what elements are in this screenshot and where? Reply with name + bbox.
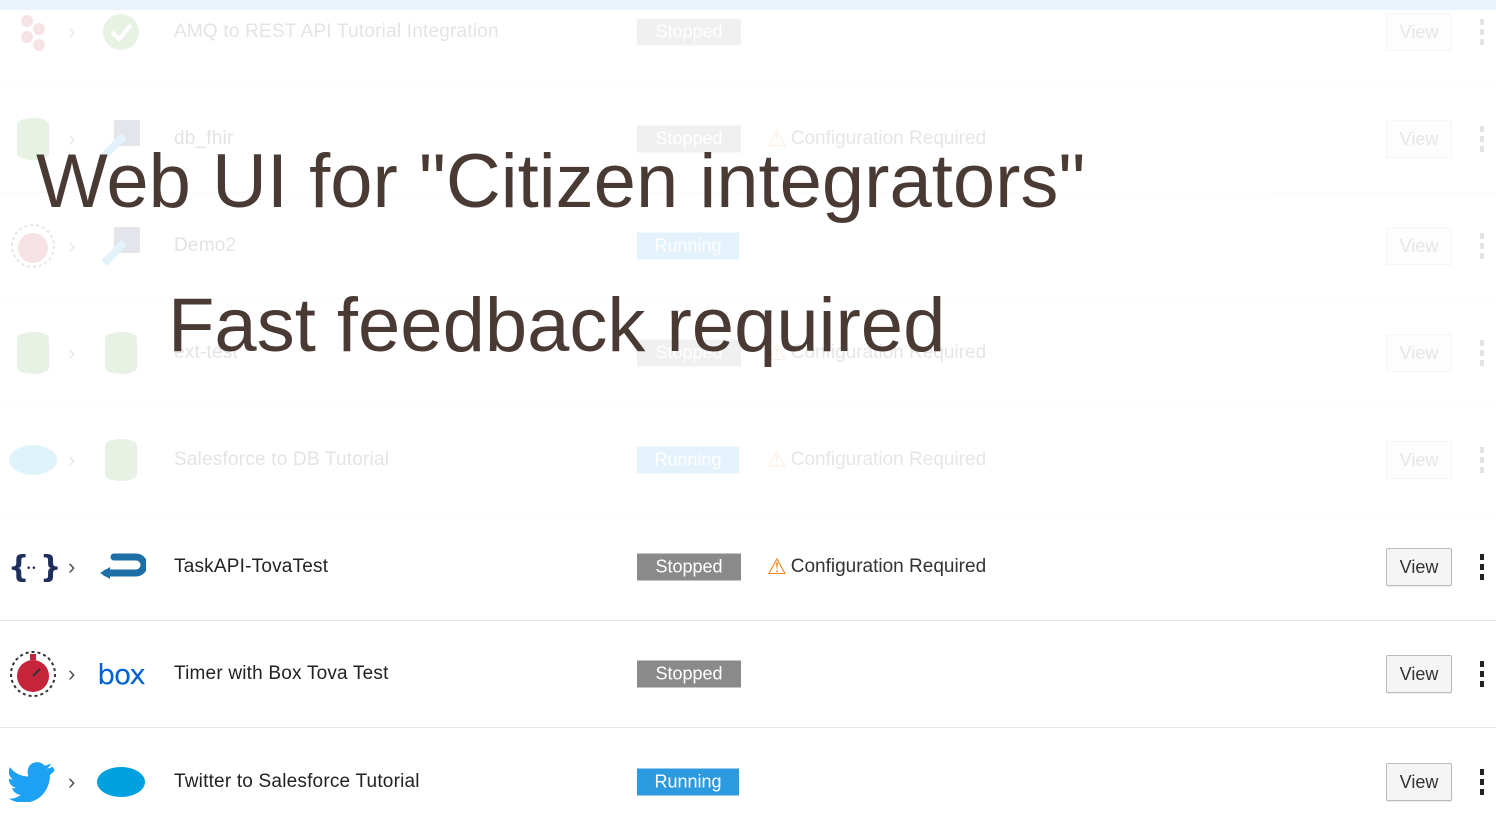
svg-text:}: }: [40, 550, 58, 584]
integration-name[interactable]: TaskAPI-TovaTest: [174, 556, 328, 578]
api-connector-icon: [96, 542, 146, 592]
integration-name[interactable]: AMQ to REST API Tutorial Integration: [174, 21, 499, 43]
twitter-icon: [8, 757, 58, 807]
kebab-menu-icon[interactable]: [1474, 447, 1490, 473]
warning-icon: ⚠: [767, 447, 787, 472]
timer-icon: [8, 221, 58, 271]
kebab-menu-icon[interactable]: [1474, 554, 1490, 580]
view-button[interactable]: View: [1386, 548, 1452, 586]
integration-name[interactable]: Salesforce to DB Tutorial: [174, 449, 389, 471]
check-circle-icon: [96, 7, 146, 57]
view-button[interactable]: View: [1386, 334, 1452, 372]
view-button[interactable]: View: [1386, 227, 1452, 265]
warning-icon: ⚠: [767, 554, 787, 579]
table-row[interactable]: › box Timer with Box Tova Test Stopped V…: [0, 621, 1496, 728]
box-logo-text: box: [97, 657, 146, 691]
database-icon: [8, 328, 58, 378]
integration-name[interactable]: Twitter to Salesforce Tutorial: [174, 771, 420, 793]
slide-title: Web UI for "Citizen integrators": [36, 139, 1086, 224]
warning-text: Configuration Required: [790, 556, 987, 577]
fhir-icon: [96, 221, 146, 271]
view-button[interactable]: View: [1386, 762, 1452, 801]
chevron-right-icon: ›: [68, 19, 76, 44]
chevron-right-icon: ›: [68, 768, 76, 794]
status-badge: Stopped: [637, 553, 741, 581]
chevron-right-icon: ›: [68, 233, 76, 258]
view-button[interactable]: View: [1386, 655, 1452, 693]
status-badge: Stopped: [637, 18, 741, 46]
kebab-menu-icon[interactable]: [1474, 768, 1490, 795]
chevron-right-icon: ›: [68, 661, 76, 686]
chevron-right-icon: ›: [68, 554, 76, 579]
status-badge: Running: [637, 768, 739, 795]
view-button[interactable]: View: [1386, 441, 1452, 479]
warning-text: Configuration Required: [790, 449, 987, 470]
kebab-menu-icon[interactable]: [1474, 661, 1490, 687]
table-row[interactable]: › AMQ to REST API Tutorial Integration S…: [0, 0, 1496, 86]
kebab-menu-icon[interactable]: [1474, 126, 1490, 152]
api-icon: { •• }: [8, 542, 58, 592]
status-badge: Running: [637, 232, 739, 260]
status-badge: Running: [637, 446, 739, 474]
box-icon: box: [96, 649, 146, 699]
kebab-menu-icon[interactable]: [1474, 19, 1490, 45]
integration-name[interactable]: Timer with Box Tova Test: [174, 663, 389, 685]
view-button[interactable]: View: [1386, 13, 1452, 51]
configuration-warning: ⚠ Configuration Required: [767, 447, 986, 473]
integration-name[interactable]: Demo2: [174, 235, 236, 257]
database-icon: [96, 328, 146, 378]
slide-subtitle: Fast feedback required: [168, 283, 946, 368]
table-row[interactable]: › Salesforce to DB Tutorial Running ⚠ Co…: [0, 407, 1496, 514]
svg-text:••: ••: [26, 564, 37, 574]
database-icon: [96, 435, 146, 485]
table-row[interactable]: { •• } › TaskAPI-TovaTest Stopped ⚠ Conf…: [0, 514, 1496, 621]
configuration-warning: ⚠ Configuration Required: [767, 554, 986, 580]
salesforce-icon: [96, 757, 146, 807]
salesforce-icon: [8, 435, 58, 485]
kebab-menu-icon[interactable]: [1474, 340, 1490, 366]
kebab-menu-icon[interactable]: [1474, 233, 1490, 259]
view-button[interactable]: View: [1386, 120, 1452, 158]
status-badge: Stopped: [637, 660, 741, 688]
chevron-right-icon: ›: [68, 447, 76, 472]
chevron-right-icon: ›: [68, 340, 76, 365]
timer-icon: [8, 649, 58, 699]
amq-icon: [8, 7, 58, 57]
table-row[interactable]: › Twitter to Salesforce Tutorial Running…: [0, 728, 1496, 835]
